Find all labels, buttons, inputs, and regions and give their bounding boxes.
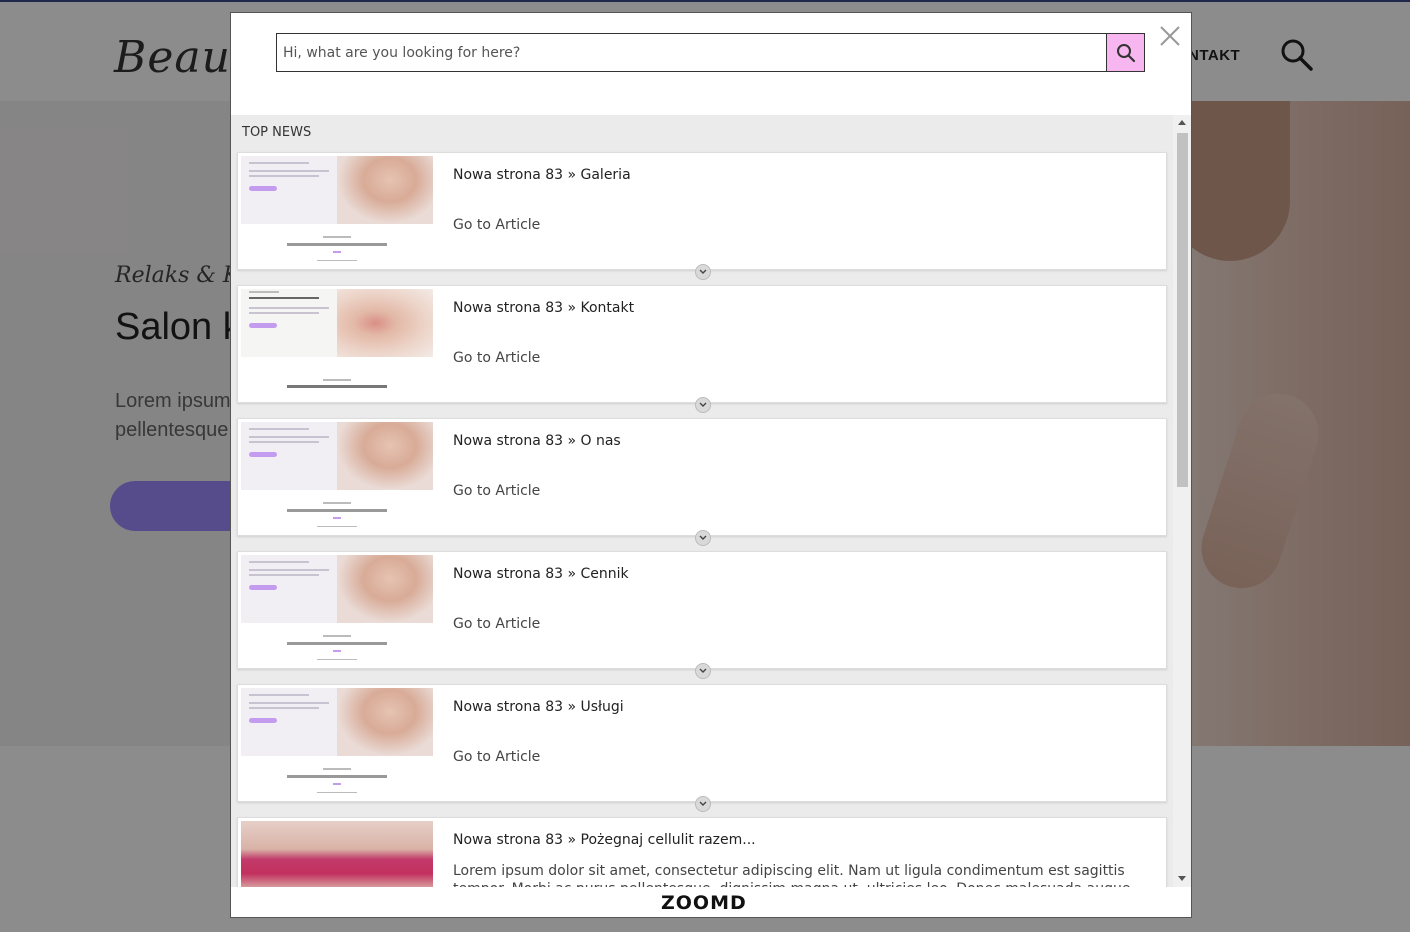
scroll-up-arrow-icon[interactable]: [1178, 120, 1186, 125]
result-thumbnail[interactable]: [241, 555, 433, 667]
result-title[interactable]: Nowa strona 83 » Kontakt: [453, 300, 634, 316]
results-panel[interactable]: TOP NEWS Nowa strona 83 » Galeria Go to …: [231, 115, 1191, 887]
result-thumbnail[interactable]: [241, 422, 433, 534]
search-bar: [276, 33, 1145, 72]
scroll-down-arrow-icon[interactable]: [1178, 876, 1186, 881]
go-to-article-link[interactable]: Go to Article: [453, 749, 540, 765]
result-card[interactable]: Nowa strona 83 » Cennik Go to Article: [237, 551, 1167, 679]
chevron-down-icon: [699, 402, 707, 407]
search-icon: [1117, 44, 1136, 63]
modal-footer: ZOOMD: [231, 887, 1191, 917]
result-thumbnail[interactable]: [241, 289, 433, 401]
search-input[interactable]: [277, 34, 1105, 71]
chevron-down-icon: [699, 269, 707, 274]
chevron-down-icon: [699, 801, 707, 806]
go-to-article-link[interactable]: Go to Article: [453, 350, 540, 366]
go-to-article-link[interactable]: Go to Article: [453, 483, 540, 499]
results-scrollbar[interactable]: [1173, 115, 1191, 887]
result-thumbnail[interactable]: [241, 156, 433, 268]
result-title[interactable]: Nowa strona 83 » O nas: [453, 433, 621, 449]
expand-button[interactable]: [695, 397, 711, 413]
result-card[interactable]: Nowa strona 83 » O nas Go to Article: [237, 418, 1167, 546]
expand-button[interactable]: [695, 796, 711, 812]
result-title[interactable]: Nowa strona 83 » Galeria: [453, 167, 631, 183]
expand-button[interactable]: [695, 264, 711, 280]
expand-button[interactable]: [695, 663, 711, 679]
chevron-down-icon: [699, 668, 707, 673]
go-to-article-link[interactable]: Go to Article: [453, 217, 540, 233]
result-description: Lorem ipsum dolor sit amet, consectetur …: [453, 863, 1131, 887]
search-button[interactable]: [1106, 34, 1144, 71]
go-to-article-link[interactable]: Go to Article: [453, 616, 540, 632]
result-card[interactable]: Nowa strona 83 » Usługi Go to Article: [237, 684, 1167, 812]
zoomd-logo[interactable]: ZOOMD: [661, 892, 747, 914]
result-card[interactable]: Nowa strona 83 » Galeria Go to Article: [237, 152, 1167, 280]
scrollbar-thumb[interactable]: [1177, 133, 1188, 487]
result-thumbnail[interactable]: [241, 688, 433, 800]
search-modal: TOP NEWS Nowa strona 83 » Galeria Go to …: [230, 12, 1192, 918]
result-title[interactable]: Nowa strona 83 » Pożegnaj cellulit razem…: [453, 832, 756, 848]
chevron-down-icon: [699, 535, 707, 540]
section-title: TOP NEWS: [242, 125, 312, 140]
result-title[interactable]: Nowa strona 83 » Usługi: [453, 699, 624, 715]
result-card[interactable]: Nowa strona 83 » Pożegnaj cellulit razem…: [237, 817, 1167, 887]
close-icon[interactable]: [1157, 23, 1183, 49]
result-title[interactable]: Nowa strona 83 » Cennik: [453, 566, 629, 582]
result-thumbnail[interactable]: [241, 821, 433, 887]
result-card[interactable]: Nowa strona 83 » Kontakt Go to Article: [237, 285, 1167, 413]
expand-button[interactable]: [695, 530, 711, 546]
